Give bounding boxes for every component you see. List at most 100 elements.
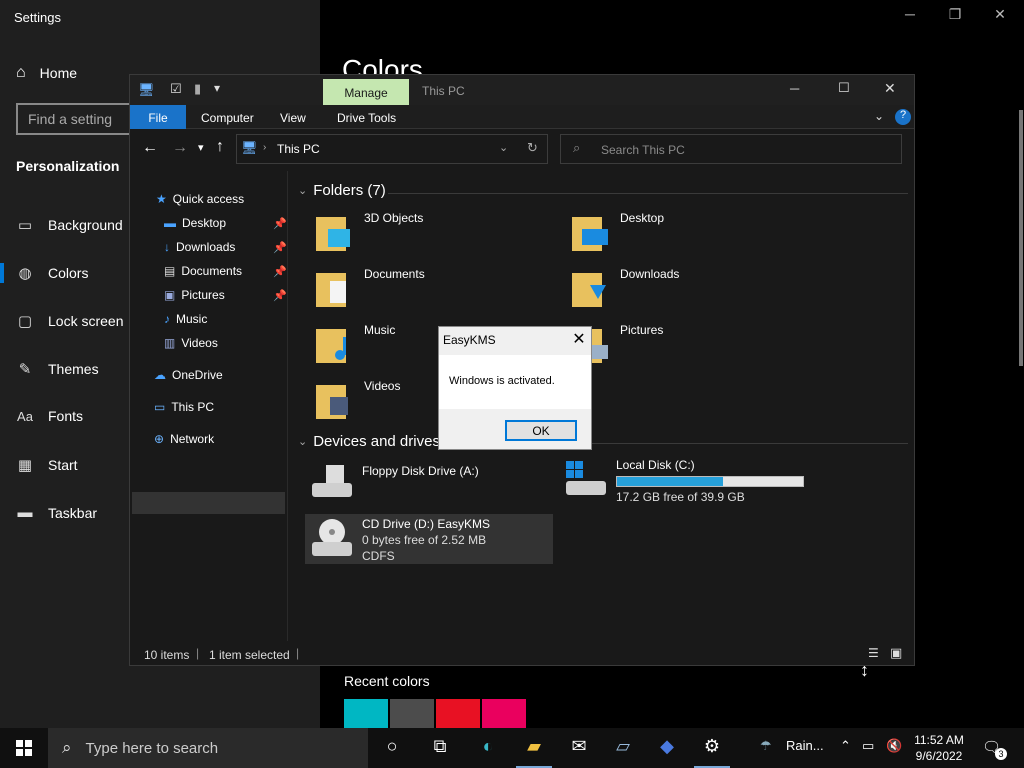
scrollbar[interactable] xyxy=(1019,110,1023,366)
drive-local-c[interactable]: Local Disk (C:) 17.2 GB free of 39.9 GB xyxy=(564,457,804,505)
mail-icon[interactable]: ✉ xyxy=(564,736,594,760)
clock[interactable]: 11:52 AM 9/6/2022 xyxy=(912,732,966,764)
nav-desktop[interactable]: ▬ Desktop xyxy=(164,216,226,230)
color-swatch[interactable] xyxy=(390,699,434,728)
floppy-drive-icon xyxy=(312,465,352,497)
file-explorer-icon[interactable]: ▰ xyxy=(519,736,549,760)
nav-background[interactable]: ▭ Background xyxy=(16,216,123,234)
app-icon[interactable]: ◆ xyxy=(652,736,682,760)
properties-icon[interactable]: ☑ xyxy=(170,81,182,97)
close-icon[interactable]: ✕ xyxy=(567,329,591,351)
pin-icon[interactable]: 📌 xyxy=(273,217,287,230)
close-button[interactable]: ✕ xyxy=(985,6,1015,23)
folder-item[interactable]: Videos xyxy=(314,379,400,421)
pin-icon[interactable]: 📌 xyxy=(273,241,287,254)
home-icon: ⌂ xyxy=(16,64,26,81)
tab-computer[interactable]: Computer xyxy=(201,111,254,125)
search-input[interactable]: ⌕ Search This PC xyxy=(560,134,902,164)
taskbar-search-input[interactable]: ⌕ Type here to search xyxy=(48,728,368,768)
home-link[interactable]: ⌂ Home xyxy=(16,64,77,82)
pin-icon[interactable]: 📌 xyxy=(273,289,287,302)
help-icon[interactable]: ? xyxy=(895,109,911,125)
settings-gear-icon[interactable]: ⚙ xyxy=(697,736,727,760)
volume-muted-icon[interactable]: 🔇 xyxy=(886,738,902,754)
expand-ribbon-icon[interactable]: ⌄ xyxy=(874,109,884,123)
address-bar[interactable]: 🖥 › This PC ⌄ ↻ xyxy=(236,134,548,164)
windows-start-icon[interactable] xyxy=(16,740,32,756)
color-swatch[interactable] xyxy=(436,699,480,728)
drive-floppy[interactable]: Floppy Disk Drive (A:) xyxy=(310,463,479,503)
time: 11:52 AM xyxy=(914,733,964,747)
task-view-icon[interactable]: ⧉ xyxy=(425,736,455,760)
folder-item[interactable]: Downloads xyxy=(570,267,679,309)
document-icon: ▤ xyxy=(164,264,176,278)
back-arrow-icon[interactable]: ← xyxy=(142,139,158,157)
folder-downloads-icon xyxy=(572,273,606,307)
chevron-down-icon: ⌄ xyxy=(298,436,308,448)
weather-text[interactable]: Rain... xyxy=(786,738,824,753)
nav-label: Network xyxy=(170,432,215,446)
nav-network[interactable]: ⊕ Network xyxy=(154,432,214,446)
folder-item[interactable]: Documents xyxy=(314,267,425,309)
close-button[interactable]: ✕ xyxy=(884,80,896,97)
group-title: Folders (7) xyxy=(313,182,386,199)
nav-themes[interactable]: ✎ Themes xyxy=(16,360,99,378)
tab-file[interactable]: File xyxy=(130,105,186,129)
color-swatch[interactable] xyxy=(482,699,526,728)
chevron-up-icon[interactable]: ⌃ xyxy=(840,738,851,754)
chevron-down-icon[interactable]: ⌄ xyxy=(499,141,508,154)
customize-qat-icon[interactable]: ▾ xyxy=(214,81,220,95)
weather-icon[interactable]: ☂ xyxy=(760,738,772,754)
edge-browser-icon[interactable]: ◐ xyxy=(473,736,503,760)
nav-fonts[interactable]: Aa Fonts xyxy=(16,408,83,424)
dialog-message: Windows is activated. xyxy=(449,375,555,387)
network-icon[interactable]: ▭ xyxy=(862,738,874,754)
nav-label: Start xyxy=(48,457,78,473)
large-icons-view-icon[interactable]: ▣ xyxy=(890,645,902,661)
folder-item[interactable]: Music xyxy=(314,323,395,365)
breadcrumb-chevron-icon: › xyxy=(263,142,267,153)
nav-start[interactable]: ▦ Start xyxy=(16,456,78,474)
up-arrow-icon[interactable]: ↑ xyxy=(216,138,224,156)
settings-title: Settings xyxy=(14,10,61,25)
refresh-icon[interactable]: ↻ xyxy=(527,140,538,156)
details-view-icon[interactable]: ☰ xyxy=(868,646,879,660)
navigation-pane: ★ Quick access ▬ Desktop 📌 ↓ Downloads 📌… xyxy=(130,171,288,641)
recent-locations-icon[interactable]: ▾ xyxy=(198,141,204,154)
notepad-icon[interactable]: ▱ xyxy=(608,736,638,760)
nav-videos[interactable]: ▥ Videos xyxy=(164,336,218,350)
nav-label: Taskbar xyxy=(48,504,98,521)
nav-this-pc[interactable]: ▭ This PC xyxy=(154,400,214,414)
folder-3d-objects-icon xyxy=(316,217,350,251)
folder-item[interactable]: 3D Objects xyxy=(314,211,423,253)
nav-colors[interactable]: ◍ Colors xyxy=(16,264,88,282)
nav-documents[interactable]: ▤ Documents xyxy=(164,264,242,278)
nav-pictures[interactable]: ▣ Pictures xyxy=(164,288,225,302)
folder-label: Documents xyxy=(364,267,425,281)
new-folder-icon[interactable]: ▮ xyxy=(194,81,201,97)
cd-drive-icon xyxy=(312,519,352,556)
minimize-button[interactable]: ─ xyxy=(895,6,925,22)
pin-icon[interactable]: 📌 xyxy=(273,265,287,278)
folder-item[interactable]: Desktop xyxy=(570,211,664,253)
forward-arrow-icon[interactable]: → xyxy=(172,139,188,157)
nav-taskbar[interactable]: ▬ Taskbar xyxy=(16,504,98,521)
manage-tab[interactable]: Manage xyxy=(323,79,409,105)
restore-button[interactable]: ❐ xyxy=(940,6,970,23)
color-swatch[interactable] xyxy=(344,699,388,728)
minimize-button[interactable]: ─ xyxy=(790,81,799,96)
breadcrumb[interactable]: This PC xyxy=(277,142,320,156)
tab-drive-tools[interactable]: Drive Tools xyxy=(337,111,396,125)
nav-quick-access[interactable]: ★ Quick access xyxy=(156,192,244,206)
nav-downloads[interactable]: ↓ Downloads xyxy=(164,240,235,254)
ok-button[interactable]: OK xyxy=(505,420,577,441)
nav-onedrive[interactable]: ☁ OneDrive xyxy=(154,368,223,382)
nav-music[interactable]: ♪ Music xyxy=(164,312,207,326)
maximize-button[interactable]: ☐ xyxy=(838,80,850,96)
nav-lock-screen[interactable]: ▢ Lock screen xyxy=(16,312,124,330)
drive-cd-d[interactable]: CD Drive (D:) EasyKMS 0 bytes free of 2.… xyxy=(310,516,490,564)
tab-view[interactable]: View xyxy=(280,111,306,125)
cortana-icon[interactable]: ○ xyxy=(377,736,407,760)
folders-group-header[interactable]: ⌄ Folders (7) xyxy=(298,182,386,199)
drive-usage-fill xyxy=(617,477,724,486)
